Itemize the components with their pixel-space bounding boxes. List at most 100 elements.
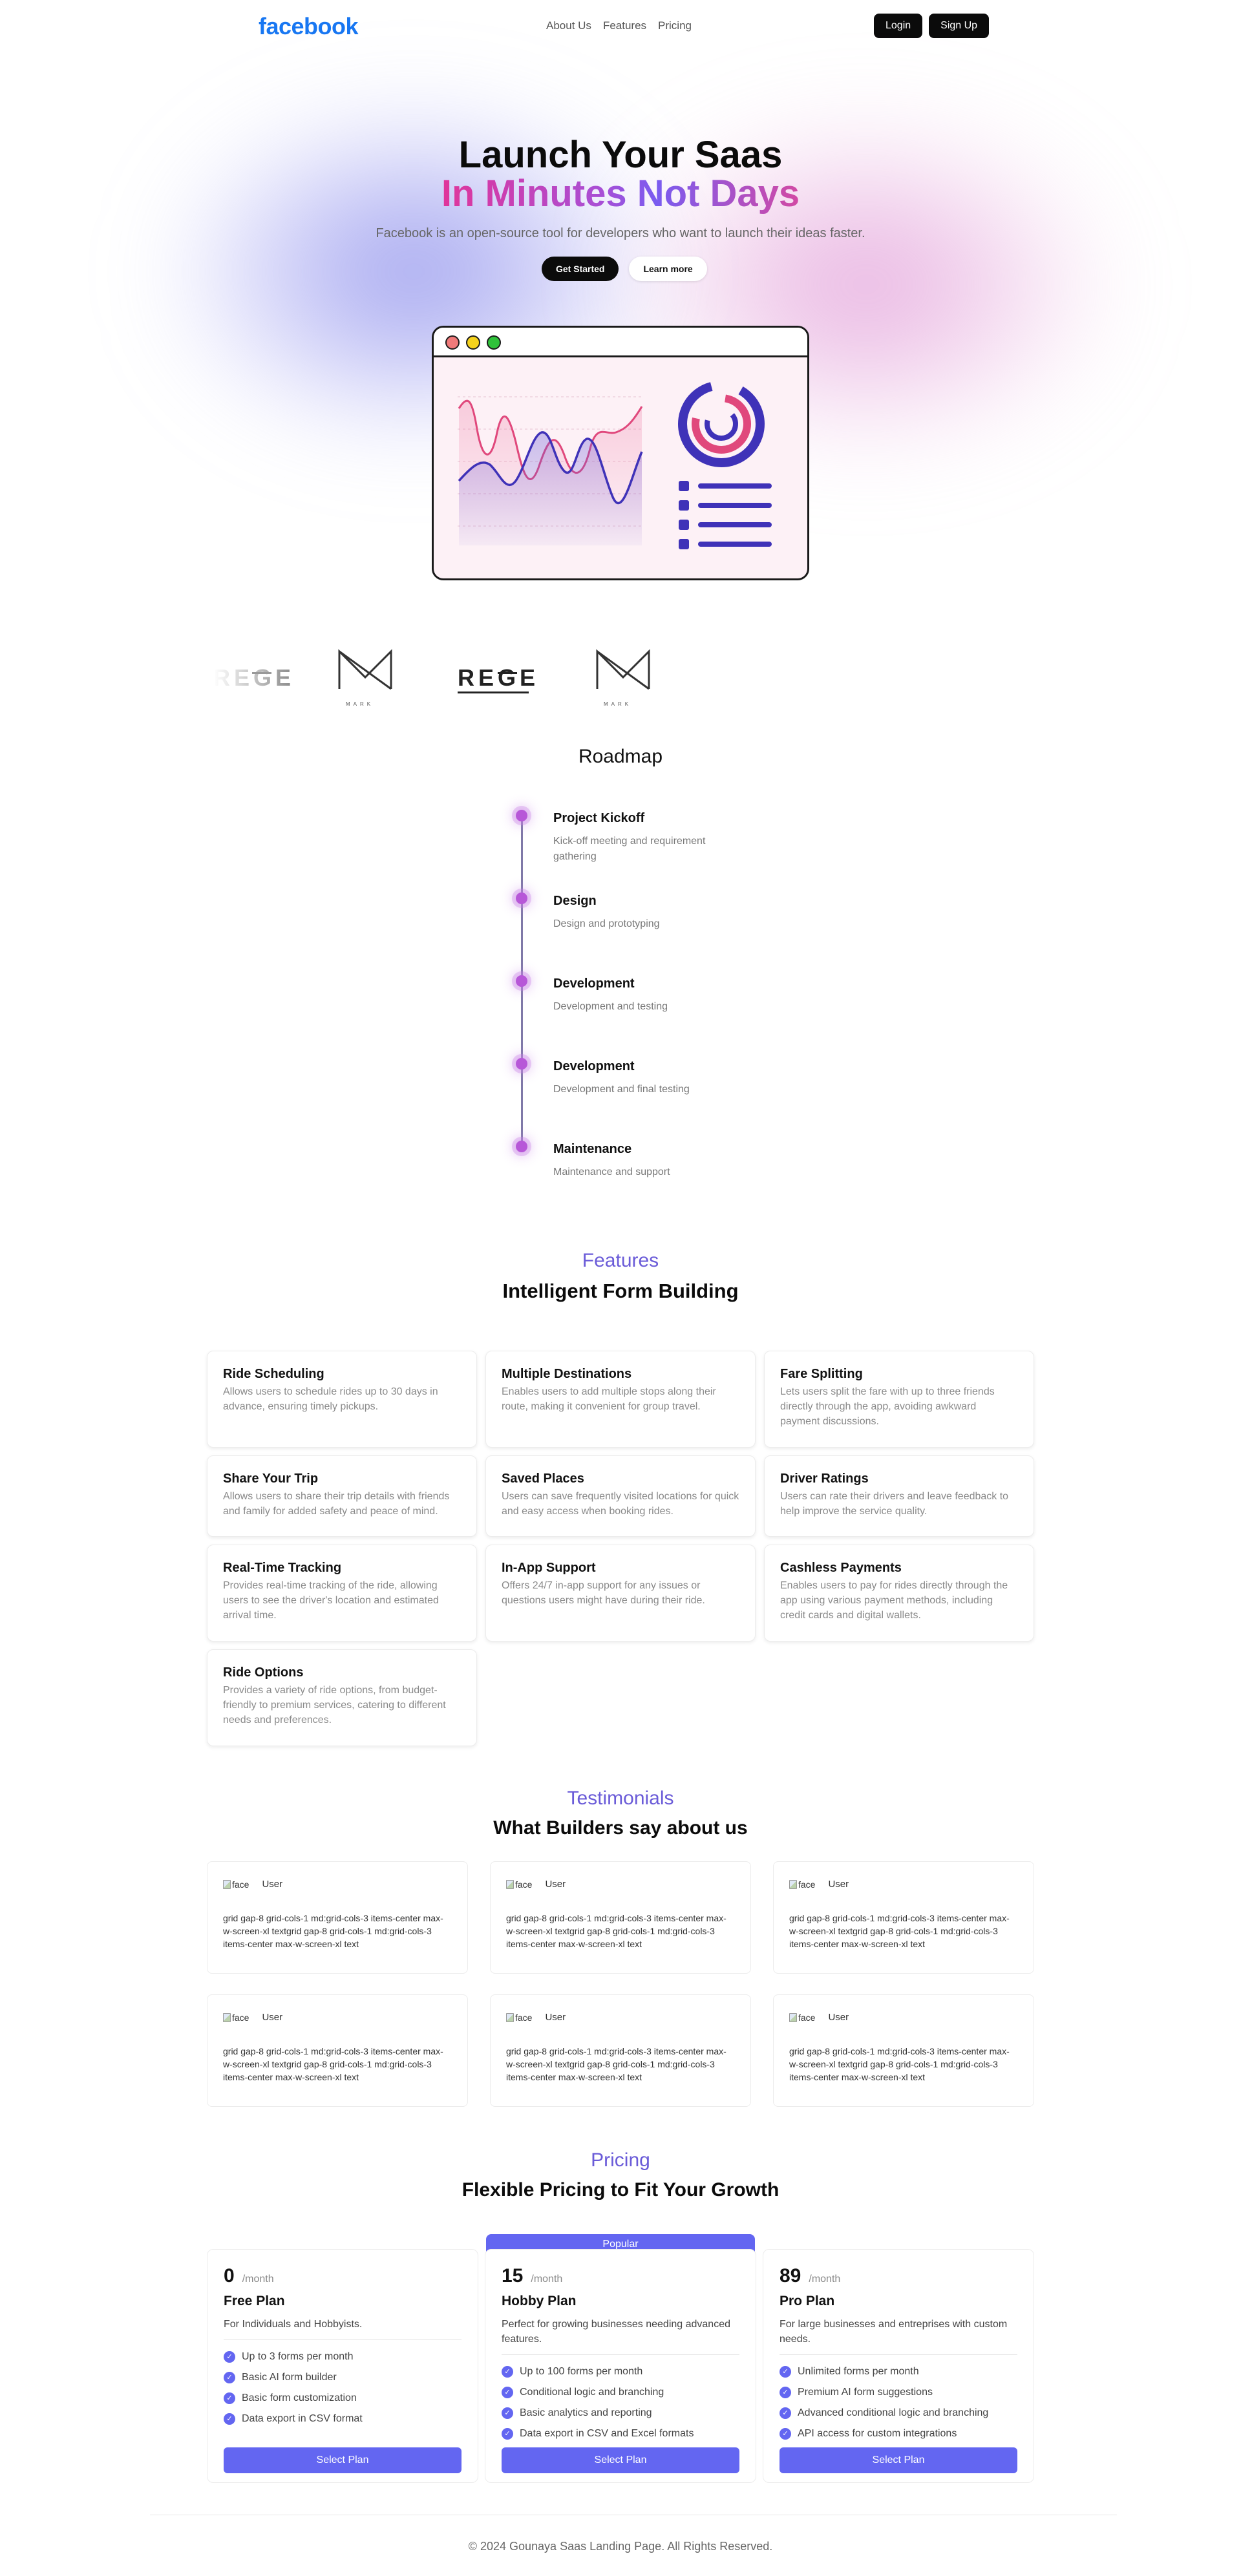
plan-feature-label: Up to 100 forms per month (520, 2366, 643, 2377)
get-started-button[interactable]: Get Started (542, 257, 619, 281)
testimonial-card: face User grid gap-8 grid-cols-1 md:grid… (490, 1861, 751, 1974)
feature-card-desc: Allows users to schedule rides up to 30 … (223, 1386, 438, 1412)
feature-card: Cashless Payments Enables users to pay f… (764, 1545, 1034, 1642)
plan-feature-label: Basic analytics and reporting (520, 2407, 652, 2418)
plan-price-value: 15 (502, 2265, 524, 2286)
roadmap-item: Design Design and prototyping (553, 894, 734, 932)
testimonial-user: User (262, 1879, 283, 1890)
plan-feature-label: Basic AI form builder (242, 2372, 337, 2383)
plan-feature: ✓ Up to 3 forms per month (224, 2347, 461, 2367)
plan-feature: ✓ Conditional logic and branching (502, 2382, 739, 2403)
feature-card-desc: Users can rate their drivers and leave f… (780, 1491, 1009, 1517)
nav-link-features[interactable]: Features (603, 19, 646, 32)
feature-card: Fare Splitting Lets users split the fare… (764, 1351, 1034, 1448)
testimonial-user: User (828, 1879, 849, 1890)
feature-card-desc: Allows users to share their trip details… (223, 1491, 450, 1517)
check-icon: ✓ (502, 2407, 513, 2419)
check-icon: ✓ (502, 2387, 513, 2398)
select-plan-button[interactable]: Select Plan (502, 2447, 739, 2473)
plan-desc: Perfect for growing businesses needing a… (502, 2319, 730, 2345)
dashboard-illustration (432, 326, 809, 580)
brand-logo-mark-2: MARK (596, 649, 650, 707)
roadmap-item-title: Development (553, 1059, 635, 1073)
avatar: face (789, 2012, 815, 2023)
plan-feature-label: API access for custom integrations (798, 2428, 957, 2439)
check-icon: ✓ (224, 2372, 235, 2383)
brand-logo-rege-faded: REGE (213, 664, 295, 691)
brand-logo[interactable]: facebook (259, 13, 359, 40)
check-icon: ✓ (780, 2428, 791, 2440)
plan-feature-label: Advanced conditional logic and branching (798, 2407, 989, 2418)
feature-card: Share Your Trip Allows users to share th… (207, 1455, 477, 1537)
avatar-alt-text: face (232, 1879, 249, 1890)
plan-name: Hobby Plan (502, 2294, 577, 2308)
roadmap-item-title: Development (553, 977, 635, 991)
feature-card-desc: Provides a variety of ride options, from… (223, 1685, 446, 1726)
testimonial-card: face User grid gap-8 grid-cols-1 md:grid… (207, 1861, 468, 1974)
svg-text:MARK: MARK (604, 701, 631, 707)
plan-desc: For large businesses and entreprises wit… (780, 2319, 1008, 2345)
plan-price: 89 /month (780, 2265, 1017, 2287)
testimonial-card: face User grid gap-8 grid-cols-1 md:grid… (490, 1994, 751, 2107)
plan-feature-label: Basic form customization (242, 2392, 357, 2403)
nav-links: About Us Features Pricing (546, 19, 692, 32)
pricing-card-free: 0 /month Free Plan For Individuals and H… (207, 2249, 478, 2483)
testimonial-header: face User (223, 2012, 452, 2023)
roadmap-title: Roadmap (578, 746, 663, 767)
feature-card-title: Saved Places (502, 1472, 584, 1486)
avatar: face (506, 1879, 532, 1890)
hero-title-gradient: In Minutes Not Days (0, 172, 1241, 215)
plan-price-value: 0 (224, 2265, 235, 2286)
check-icon: ✓ (224, 2413, 235, 2425)
feature-card-desc: Offers 24/7 in-app support for any issue… (502, 1580, 705, 1606)
select-plan-button[interactable]: Select Plan (224, 2447, 461, 2473)
testimonial-user: User (545, 1879, 566, 1890)
feature-card: Multiple Destinations Enables users to a… (485, 1351, 756, 1448)
feature-card: In-App Support Offers 24/7 in-app suppor… (485, 1545, 756, 1642)
testimonial-card: face User grid gap-8 grid-cols-1 md:grid… (773, 1994, 1034, 2107)
signup-button[interactable]: Sign Up (929, 14, 990, 38)
svg-text:REGE: REGE (458, 664, 539, 691)
feature-card-title: Share Your Trip (223, 1472, 319, 1486)
hero-buttons: Get Started Learn more (542, 257, 707, 281)
svg-text:REGE: REGE (213, 664, 295, 691)
brand-logo-mark-1: MARK (338, 649, 392, 707)
avatar-alt-text: face (798, 1879, 816, 1890)
testimonial-text: grid gap-8 grid-cols-1 md:grid-cols-3 it… (789, 1913, 1010, 1949)
broken-image-icon (789, 1879, 797, 1889)
check-icon: ✓ (224, 2392, 235, 2404)
testimonial-user: User (262, 2012, 283, 2023)
illustration-chart-svg (458, 381, 772, 549)
brand-logo-rege: REGE (458, 664, 539, 693)
testimonial-header: face User (223, 1879, 452, 1890)
broken-image-icon (223, 1879, 231, 1889)
roadmap-item: Development Development and testing (553, 977, 734, 1015)
feature-card: Ride Scheduling Allows users to schedule… (207, 1351, 477, 1448)
nav-link-pricing[interactable]: Pricing (658, 19, 692, 32)
broken-image-icon (506, 1879, 514, 1889)
testimonial-user: User (545, 2012, 566, 2023)
learn-more-button[interactable]: Learn more (629, 257, 707, 281)
plan-feature-label: Data export in CSV format (242, 2413, 363, 2424)
select-plan-button[interactable]: Select Plan (780, 2447, 1017, 2473)
timeline-dot (516, 975, 527, 987)
top-nav: facebook About Us Features Pricing Login… (0, 0, 1241, 52)
feature-card: Real-Time Tracking Provides real-time tr… (207, 1545, 477, 1642)
roadmap-item-desc: Kick-off meeting and requirement gatheri… (553, 836, 706, 862)
pricing-heading: Flexible Pricing to Fit Your Growth (461, 2179, 780, 2201)
nav-link-about[interactable]: About Us (546, 19, 591, 32)
feature-card-desc: Provides real-time tracking of the ride,… (223, 1580, 439, 1621)
avatar: face (789, 1879, 815, 1890)
feature-card-title: Cashless Payments (780, 1561, 902, 1575)
broken-image-icon (789, 2012, 797, 2022)
feature-card: Saved Places Users can save frequently v… (485, 1455, 756, 1537)
plan-feature: ✓ Data export in CSV format (224, 2409, 461, 2429)
plan-price-period: /month (531, 2274, 563, 2285)
feature-card-desc: Lets users split the fare with up to thr… (780, 1386, 995, 1427)
login-button[interactable]: Login (874, 14, 923, 38)
check-icon: ✓ (224, 2351, 235, 2363)
plan-feature-label: Conditional logic and branching (520, 2387, 664, 2398)
footer-copyright: © 2024 Gounaya Saas Landing Page. All Ri… (468, 2540, 773, 2553)
feature-card-desc: Users can save frequently visited locati… (502, 1491, 739, 1517)
plan-feature: ✓ Basic AI form builder (224, 2367, 461, 2388)
